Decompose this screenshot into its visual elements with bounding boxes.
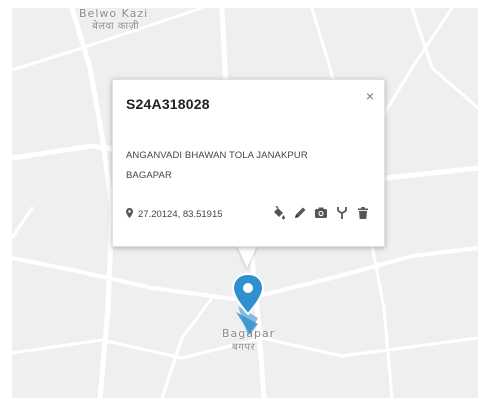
camera-icon[interactable] <box>313 205 329 221</box>
pencil-icon[interactable] <box>292 205 308 221</box>
address-line-1: ANGANVADI BHAWAN TOLA JANAKPUR <box>126 150 308 161</box>
coordinates-row: 27.20124, 83.51915 <box>126 208 223 221</box>
popup-pointer <box>237 246 257 268</box>
place-label-bagapar-hindi: बगपर <box>232 342 256 353</box>
close-button[interactable]: × <box>366 88 374 104</box>
paint-bucket-icon[interactable] <box>271 205 287 221</box>
place-label-belwo-kazi-hindi: बेलवा काज़ी <box>92 21 140 32</box>
popup-title: S24A318028 <box>126 96 210 112</box>
info-popup: S24A318028 × ANGANVADI BHAWAN TOLA JANAK… <box>112 79 385 247</box>
popup-actions <box>266 205 371 221</box>
screenshot-frame: Belwo Kazi बेलवा काज़ी Bagapar बगपर S24A… <box>0 0 490 406</box>
coordinates-text: 27.20124, 83.51915 <box>138 209 223 220</box>
fork-icon[interactable] <box>334 205 350 221</box>
location-pin-marker[interactable] <box>230 272 266 336</box>
address-line-2: BAGAPAR <box>126 170 172 181</box>
trash-icon[interactable] <box>355 205 371 221</box>
popup-address: ANGANVADI BHAWAN TOLA JANAKPUR BAGAPAR <box>126 146 346 186</box>
place-label-belwo-kazi: Belwo Kazi <box>79 8 149 20</box>
location-pin-icon <box>126 208 133 221</box>
map-pin-icon <box>231 272 265 336</box>
